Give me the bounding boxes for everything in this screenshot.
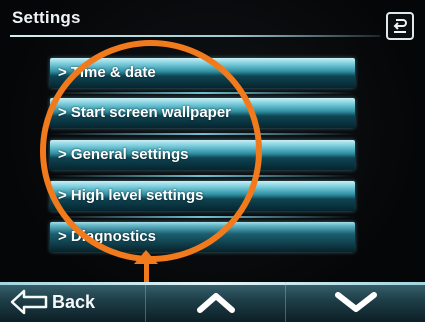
device-screen: Settings > Time & date > Start screen wa…	[0, 0, 425, 322]
chevron-up-icon	[197, 293, 235, 313]
back-button[interactable]: Back	[0, 282, 145, 322]
scroll-up-button[interactable]	[145, 282, 285, 322]
annotation-circle	[40, 40, 262, 262]
arrow-left-outline-icon	[10, 289, 48, 315]
title-underline	[10, 35, 380, 37]
header: Settings	[0, 0, 425, 44]
back-button-label: Back	[52, 292, 96, 312]
return-button[interactable]	[386, 12, 414, 40]
scroll-down-button[interactable]	[285, 282, 425, 322]
return-arrow-icon	[393, 19, 407, 33]
annotation-arrow-head	[134, 250, 158, 264]
page-title: Settings	[12, 8, 81, 27]
chevron-down-icon	[335, 292, 377, 312]
